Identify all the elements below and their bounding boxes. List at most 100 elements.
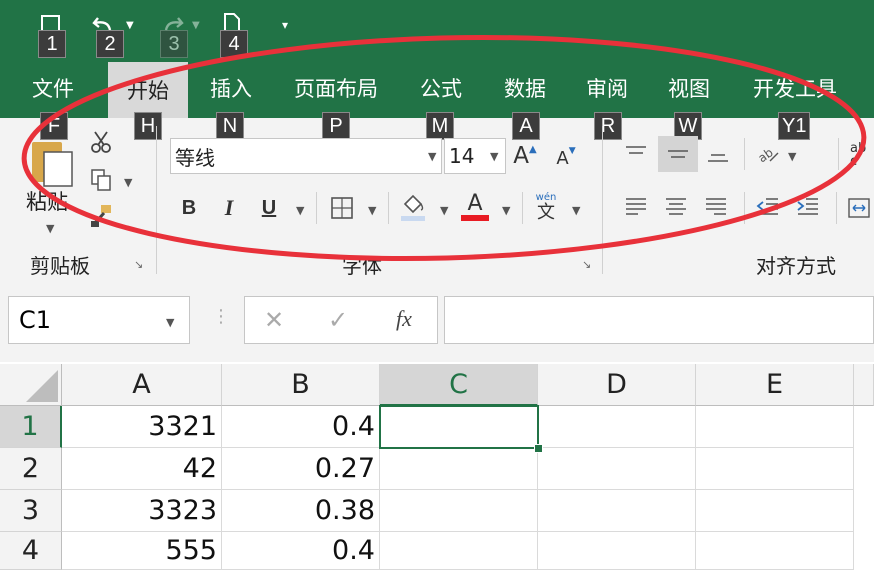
- cell-c2[interactable]: [380, 448, 538, 490]
- cell-e2[interactable]: [696, 448, 854, 490]
- italic-button[interactable]: I: [216, 192, 242, 224]
- cell-b3[interactable]: 0.38: [222, 490, 380, 532]
- grow-font-button[interactable]: A ▲: [512, 138, 538, 174]
- cell-a1[interactable]: 3321: [62, 406, 222, 448]
- keytip-tab-developer: Y1: [778, 112, 811, 140]
- fill-color-dropdown-icon[interactable]: ▼: [440, 204, 448, 217]
- borders-icon[interactable]: [328, 194, 356, 222]
- bold-button[interactable]: B: [176, 192, 202, 224]
- keytip-qa-4: 4: [220, 30, 248, 58]
- copy-icon[interactable]: [88, 166, 114, 194]
- merge-center-icon[interactable]: [846, 194, 872, 222]
- row-header-2[interactable]: 2: [0, 448, 62, 490]
- column-header-partial[interactable]: [854, 364, 874, 406]
- active-cell-outline: [379, 405, 539, 449]
- row-header-3[interactable]: 3: [0, 490, 62, 532]
- cell-d3[interactable]: [538, 490, 696, 532]
- cell-b1[interactable]: 0.4: [222, 406, 380, 448]
- cell-e1[interactable]: [696, 406, 854, 448]
- grow-font-glyph: A: [513, 143, 530, 169]
- font-group-label: 字体: [342, 254, 382, 278]
- cell-b2[interactable]: 0.27: [222, 448, 380, 490]
- cell-d1[interactable]: [538, 406, 696, 448]
- cell-b4[interactable]: 0.4: [222, 532, 380, 570]
- paste-icon[interactable]: [30, 136, 76, 192]
- keytip-tab-home: H: [134, 112, 162, 140]
- align-bottom-icon[interactable]: [702, 138, 734, 170]
- font-name-value: 等线: [175, 145, 215, 170]
- font-name-combo[interactable]: 等线: [170, 138, 442, 174]
- tab-review[interactable]: 审阅: [572, 66, 642, 110]
- fill-handle[interactable]: [534, 444, 543, 453]
- cell-e4[interactable]: [696, 532, 854, 570]
- customize-toolbar-icon[interactable]: ▾: [282, 18, 288, 32]
- tab-data[interactable]: 数据: [490, 66, 560, 110]
- column-header-e[interactable]: E: [696, 364, 854, 406]
- undo-dropdown-icon[interactable]: ▼: [126, 20, 134, 31]
- insert-function-icon[interactable]: fx: [396, 306, 412, 332]
- phonetic-guide-button[interactable]: wén 文: [532, 190, 560, 226]
- align-right-icon[interactable]: [700, 192, 732, 222]
- cancel-icon: ✕: [264, 306, 285, 334]
- tab-file[interactable]: 文件: [18, 66, 88, 110]
- fill-color-icon[interactable]: [398, 190, 428, 224]
- shrink-arrow-icon: ▼: [568, 146, 576, 156]
- font-name-dropdown-icon[interactable]: ▼: [428, 150, 436, 163]
- tab-page-layout[interactable]: 页面布局: [282, 66, 390, 110]
- name-box-value: C1: [19, 306, 52, 334]
- font-color-dropdown-icon[interactable]: ▼: [502, 204, 510, 217]
- group-separator: [602, 126, 603, 274]
- font-launcher-icon[interactable]: ↘: [582, 258, 591, 271]
- cell-e3[interactable]: [696, 490, 854, 532]
- align-top-icon[interactable]: [620, 138, 652, 170]
- formula-input[interactable]: [444, 296, 874, 344]
- borders-dropdown-icon[interactable]: ▼: [368, 204, 376, 217]
- cut-icon[interactable]: [88, 128, 114, 156]
- font-size-dropdown-icon[interactable]: ▼: [490, 150, 498, 163]
- row-header-1[interactable]: 1: [0, 406, 62, 448]
- tab-insert[interactable]: 插入: [196, 66, 266, 110]
- copy-dropdown-icon[interactable]: ▼: [124, 176, 132, 189]
- orientation-icon[interactable]: ab: [754, 138, 782, 170]
- format-painter-icon[interactable]: [88, 202, 114, 230]
- cell-d4[interactable]: [538, 532, 696, 570]
- tab-formulas[interactable]: 公式: [406, 66, 476, 110]
- tab-view[interactable]: 视图: [654, 66, 724, 110]
- column-header-c[interactable]: C: [380, 364, 538, 406]
- tab-home[interactable]: 开始: [108, 62, 188, 118]
- align-left-icon[interactable]: [620, 192, 652, 222]
- decrease-indent-icon[interactable]: [752, 192, 784, 222]
- paste-dropdown-icon[interactable]: ▼: [46, 222, 54, 235]
- column-header-d[interactable]: D: [538, 364, 696, 406]
- paste-label[interactable]: 粘贴: [26, 186, 68, 216]
- phonetic-dropdown-icon[interactable]: ▼: [572, 204, 580, 217]
- select-all-button[interactable]: [0, 364, 62, 406]
- font-color-button[interactable]: A: [460, 190, 490, 224]
- clipboard-launcher-icon[interactable]: ↘: [134, 258, 143, 271]
- cell-a4[interactable]: 555: [62, 532, 222, 570]
- name-box[interactable]: C1: [8, 296, 190, 344]
- cell-d2[interactable]: [538, 448, 696, 490]
- font-size-value: 14: [449, 144, 475, 168]
- cell-a2[interactable]: 42: [62, 448, 222, 490]
- align-separator: [836, 192, 837, 224]
- row-header-4[interactable]: 4: [0, 532, 62, 570]
- underline-button[interactable]: U: [256, 192, 282, 224]
- align-middle-icon[interactable]: [658, 136, 698, 172]
- keytip-qa-3: 3: [160, 30, 188, 58]
- orientation-dropdown-icon[interactable]: ▼: [788, 150, 796, 163]
- cell-a3[interactable]: 3323: [62, 490, 222, 532]
- font-separator: [316, 192, 317, 224]
- cell-c4[interactable]: [380, 532, 538, 570]
- increase-indent-icon[interactable]: [792, 192, 824, 222]
- column-header-a[interactable]: A: [62, 364, 222, 406]
- tab-developer[interactable]: 开发工具: [740, 66, 850, 110]
- align-center-icon[interactable]: [660, 192, 692, 222]
- name-box-dropdown-icon[interactable]: ▼: [166, 316, 174, 329]
- column-header-b[interactable]: B: [222, 364, 380, 406]
- shrink-font-button[interactable]: A ▼: [554, 142, 578, 174]
- underline-dropdown-icon[interactable]: ▼: [296, 204, 304, 217]
- wrap-text-partial[interactable]: ab c: [850, 142, 872, 168]
- cell-c3[interactable]: [380, 490, 538, 532]
- redo-dropdown-icon: ▼: [192, 20, 200, 31]
